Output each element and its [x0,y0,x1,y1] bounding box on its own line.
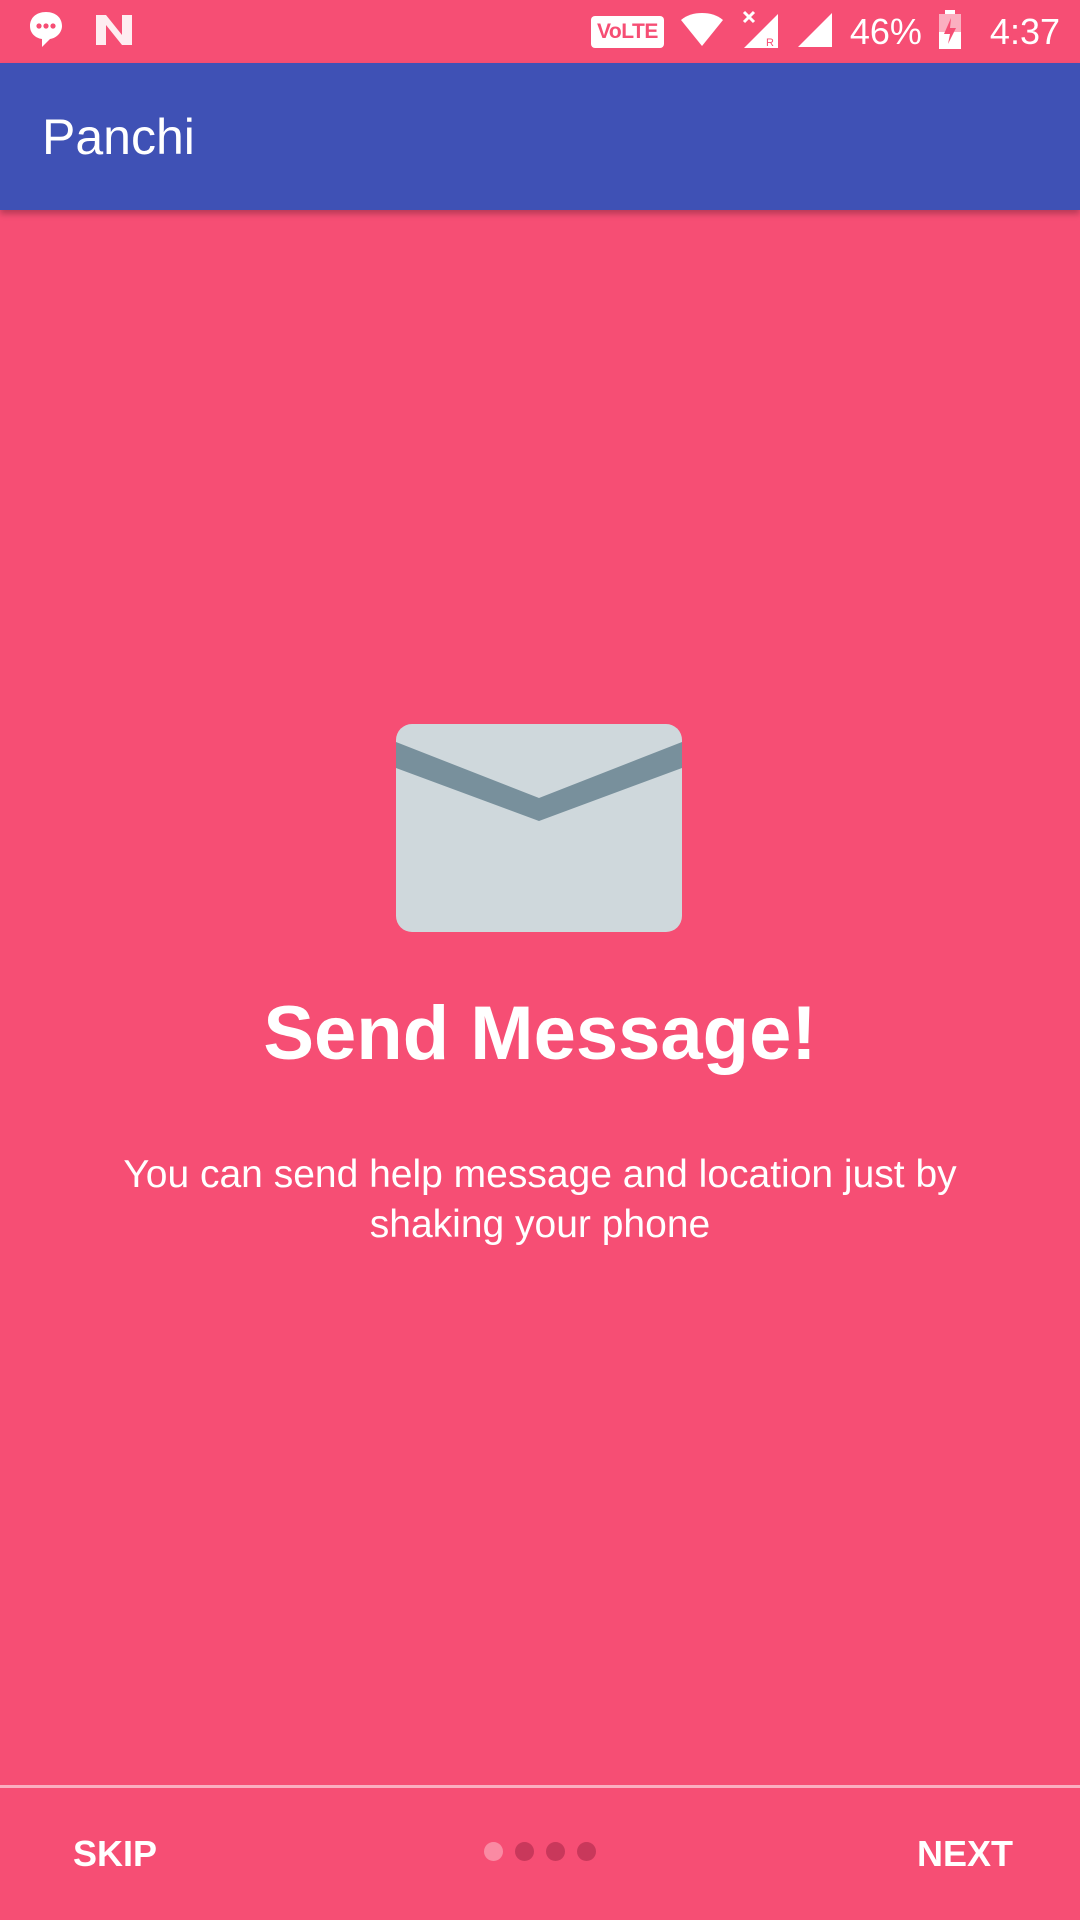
status-bar: VoLTE R 46% 4:37 [0,0,1080,63]
signal-icon [796,11,834,54]
svg-text:R: R [766,37,774,49]
volte-badge: VoLTE [590,16,664,48]
system-status-icons: VoLTE R 46% 4:37 [590,8,1060,56]
n-app-icon [94,13,134,52]
app-bar: Panchi [0,63,1080,210]
skip-button[interactable]: SKIP [40,1788,190,1920]
envelope-icon [396,724,682,932]
onboarding-screen: VoLTE R 46% 4:37 Panchi Send Message! Yo… [0,0,1080,1920]
slide-description: You can send help message and location j… [123,1153,957,1246]
signal-no-service-icon: R [740,10,780,55]
next-button[interactable]: NEXT [890,1788,1040,1920]
page-dot-1 [484,1842,503,1861]
messaging-icon [28,10,64,55]
wifi-icon [680,12,724,53]
battery-percent: 46% [849,11,922,52]
battery-charging-icon [938,9,962,55]
clock: 4:37 [989,11,1060,52]
notification-icons [28,10,134,54]
page-indicator [484,1842,596,1861]
slide-title: Send Message! [263,991,817,1076]
app-title: Panchi [42,109,195,165]
page-dot-3 [546,1842,565,1861]
page-dot-2 [515,1842,534,1861]
page-dot-4 [577,1842,596,1861]
onboarding-nav-bar: SKIP NEXT [0,1788,1080,1920]
